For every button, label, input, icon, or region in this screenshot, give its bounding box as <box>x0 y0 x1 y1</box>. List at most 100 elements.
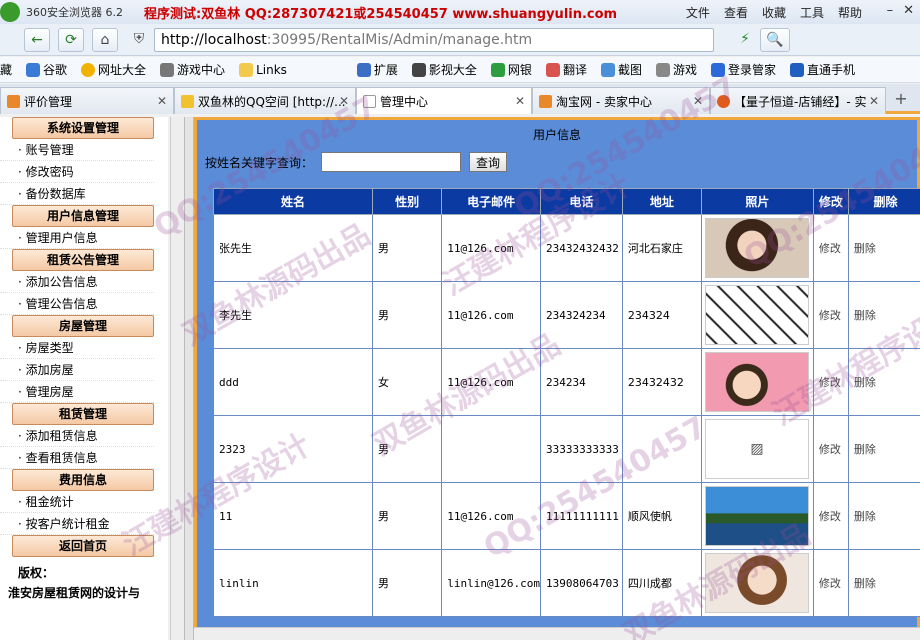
refresh-icon[interactable]: ⟳ <box>58 28 84 52</box>
speed-mode-icon[interactable]: ⚡ <box>732 28 758 52</box>
edit-link[interactable]: 修改 <box>819 510 841 523</box>
sidebar-section-house-mgmt[interactable]: 房屋管理 <box>12 315 154 337</box>
edit-link[interactable]: 修改 <box>819 443 841 456</box>
close-tab-icon[interactable]: ✕ <box>157 94 167 108</box>
sidebar-item[interactable]: · 按客户统计租金 <box>0 513 154 535</box>
copyright: 版权： 淮安房屋租赁网的设计与 <box>0 557 168 603</box>
shield-icon: ⛨ <box>133 31 145 47</box>
cell-phone: 234324234 <box>540 281 623 349</box>
bookmark-item[interactable]: 截图 <box>600 61 642 78</box>
page-icon <box>363 94 376 108</box>
cell-name: 张先生 <box>212 214 374 282</box>
sidebar-item[interactable]: · 添加房屋 <box>0 359 154 381</box>
sidebar-item[interactable]: · 租金统计 <box>0 491 154 513</box>
bookmark-item[interactable]: 网银 <box>490 61 532 78</box>
content-h-scrollbar[interactable] <box>194 627 920 640</box>
tab-shop-analytics[interactable]: 【量子恒道-店铺经】- 实 ✕ <box>710 87 886 114</box>
cell-delete: 删除 <box>847 549 920 617</box>
tab-taobao[interactable]: 淘宝网 - 卖家中心 ✕ <box>532 87 710 114</box>
edit-link[interactable]: 修改 <box>819 376 841 389</box>
cell-phone: 33333333333 <box>540 415 623 483</box>
sidebar-item[interactable]: · 查看租赁信息 <box>0 447 154 469</box>
sidebar-section-user-info-mgmt[interactable]: 用户信息管理 <box>12 205 154 227</box>
bookmark-item[interactable]: 翻译 <box>545 61 587 78</box>
ad-banner-text: 程序测试:双鱼林 QQ:287307421或254540457 www.shua… <box>144 6 618 22</box>
delete-link[interactable]: 删除 <box>854 309 876 322</box>
cell-delete: 删除 <box>847 482 920 550</box>
home-icon[interactable]: ⌂ <box>92 28 118 52</box>
cell-gender: 男 <box>372 482 443 550</box>
sidebar-item[interactable]: · 备份数据库 <box>0 183 154 205</box>
back-icon[interactable]: ← <box>24 28 50 52</box>
search-label: 按姓名关键字查询： <box>205 155 314 170</box>
bookmark-item[interactable]: 扩展 <box>356 61 398 78</box>
bookmark-item[interactable]: 藏 <box>0 61 12 78</box>
menu-file[interactable]: 文件 <box>686 4 710 21</box>
close-window-icon[interactable]: ✕ <box>903 3 914 18</box>
cell-name: linlin <box>212 549 374 617</box>
cell-delete: 删除 <box>847 281 920 349</box>
sidebar-item[interactable]: · 房屋类型 <box>0 337 154 359</box>
cell-email <box>441 415 542 483</box>
cell-email: 11@126.com <box>441 281 542 349</box>
delete-link[interactable]: 删除 <box>854 376 876 389</box>
search-input[interactable] <box>321 152 462 172</box>
edit-link[interactable]: 修改 <box>819 242 841 255</box>
sidebar-section-fee-info[interactable]: 费用信息 <box>12 469 154 491</box>
cell-phone: 13908064703 <box>540 549 623 617</box>
close-tab-icon[interactable]: ✕ <box>339 94 349 108</box>
sidebar-item[interactable]: · 账号管理 <box>0 139 154 161</box>
broken-image-icon: ▨ <box>750 441 764 457</box>
delete-link[interactable]: 删除 <box>854 242 876 255</box>
sidebar-item[interactable]: · 管理房屋 <box>0 381 154 403</box>
edit-link[interactable]: 修改 <box>819 309 841 322</box>
menu-view[interactable]: 查看 <box>724 4 748 21</box>
bookmark-item[interactable]: 直通手机 <box>790 61 855 78</box>
sidebar-section-system-settings[interactable]: 系统设置管理 <box>12 117 154 139</box>
bookmark-item[interactable]: 游戏 <box>655 61 697 78</box>
bookmark-item[interactable]: 网址大全 <box>81 61 146 78</box>
close-tab-icon[interactable]: ✕ <box>869 94 879 108</box>
edit-link[interactable]: 修改 <box>819 577 841 590</box>
sidebar-item[interactable]: · 管理用户信息 <box>0 227 154 249</box>
delete-link[interactable]: 删除 <box>854 443 876 456</box>
cell-gender: 男 <box>372 549 443 617</box>
search-button[interactable]: 查询 <box>469 152 508 172</box>
tab-manage-center[interactable]: 管理中心 ✕ <box>356 87 532 114</box>
bookmark-item[interactable]: 影视大全 <box>411 61 477 78</box>
menu-tools[interactable]: 工具 <box>800 4 824 21</box>
sidebar-section-rental-mgmt[interactable]: 租赁管理 <box>12 403 154 425</box>
menu-help[interactable]: 帮助 <box>838 4 862 21</box>
sidebar-section-rental-notice-mgmt[interactable]: 租赁公告管理 <box>12 249 154 271</box>
sidebar-item[interactable]: · 管理公告信息 <box>0 293 154 315</box>
search-bar: 按姓名关键字查询： 查询 <box>205 152 508 172</box>
delete-link[interactable]: 删除 <box>854 577 876 590</box>
sidebar-item[interactable]: · 修改密码 <box>0 161 154 183</box>
delete-link[interactable]: 删除 <box>854 510 876 523</box>
search-engine-icon[interactable]: 🔍 <box>760 28 790 52</box>
close-tab-icon[interactable]: ✕ <box>515 94 525 108</box>
gamepad-icon <box>160 62 175 77</box>
sidebar-item[interactable]: · 添加租赁信息 <box>0 425 154 447</box>
sidebar-section-back-home[interactable]: 返回首页 <box>12 535 154 557</box>
key-icon <box>710 62 725 77</box>
bookmark-item[interactable]: 登录管家 <box>710 61 776 78</box>
menu-favorites[interactable]: 收藏 <box>762 4 786 21</box>
cell-gender: 男 <box>372 415 443 483</box>
tab-review[interactable]: 评价管理 ✕ <box>0 87 174 114</box>
column-header-name: 姓名 <box>212 188 374 215</box>
new-tab-icon[interactable]: + <box>886 84 916 111</box>
url-input[interactable]: http://localhost:30995/RentalMis/Admin/m… <box>154 28 714 52</box>
cell-delete: 删除 <box>847 415 920 483</box>
sidebar-scrollbar[interactable] <box>170 117 184 640</box>
minimize-icon[interactable]: – <box>887 3 894 18</box>
bookmark-item[interactable]: Links <box>239 62 287 77</box>
bookmark-item[interactable]: 游戏中心 <box>160 61 225 78</box>
sidebar-item[interactable]: · 添加公告信息 <box>0 271 154 293</box>
column-header-edit: 修改 <box>812 188 849 215</box>
tab-qq-space[interactable]: 双鱼林的QQ空间 [http://... ✕ <box>174 87 356 114</box>
bookmark-item[interactable]: 谷歌 <box>26 61 67 78</box>
tab-favicon-icon <box>717 94 730 108</box>
close-tab-icon[interactable]: ✕ <box>693 94 703 108</box>
frame-splitter[interactable] <box>184 117 194 640</box>
